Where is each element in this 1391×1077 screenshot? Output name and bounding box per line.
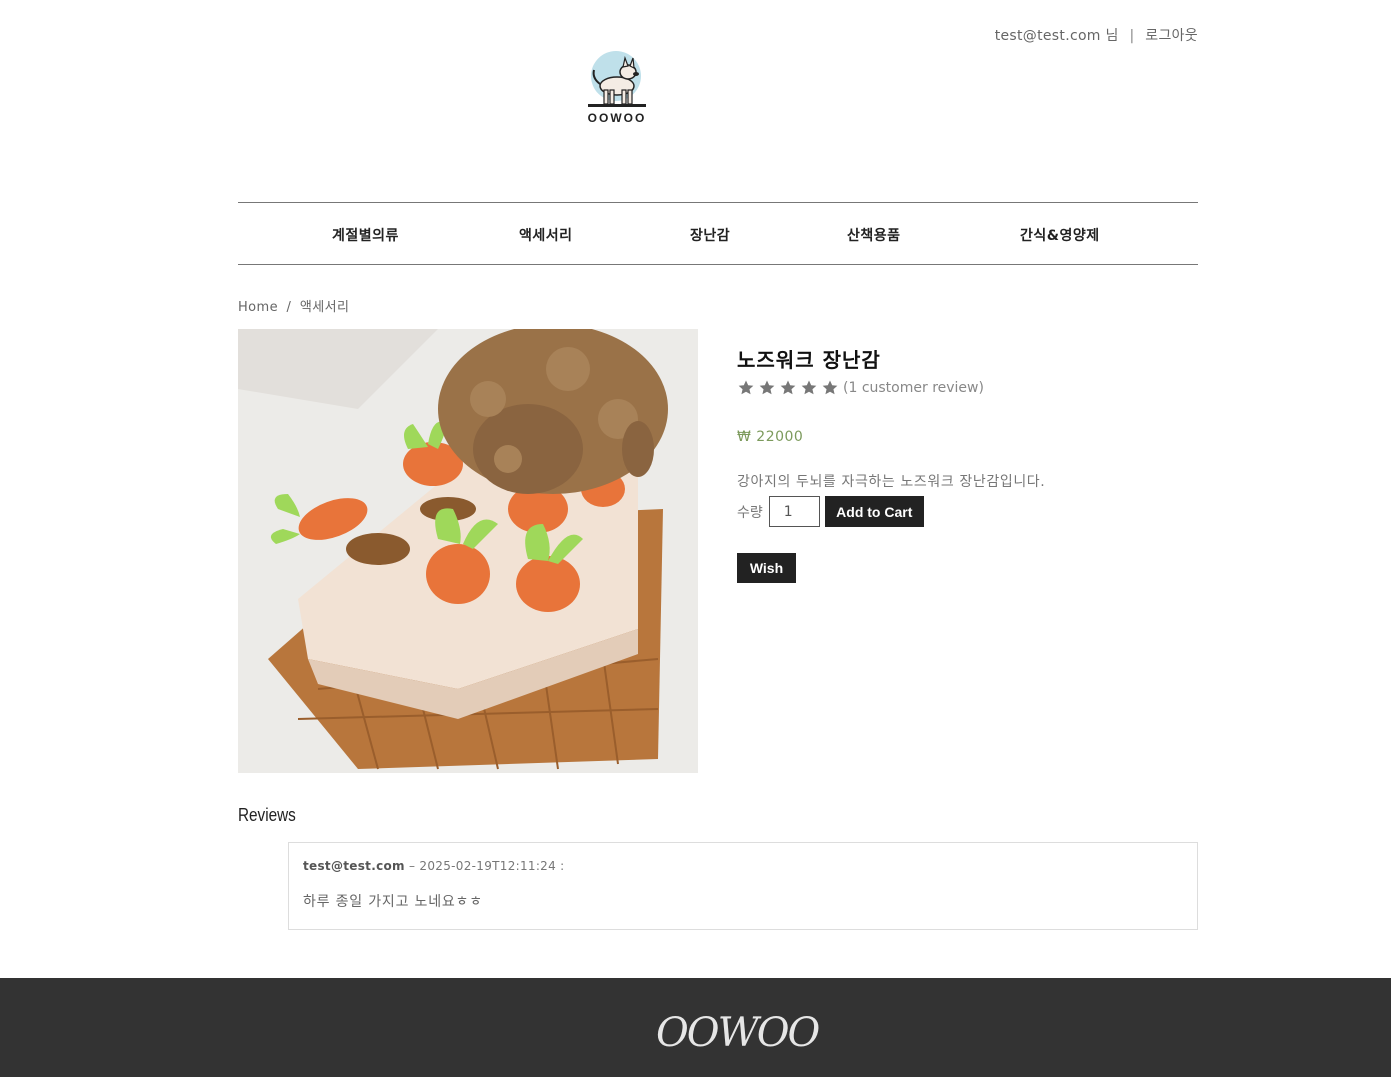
star-icon: [759, 380, 775, 395]
nav-item-seasonal-clothing[interactable]: 계절별의류: [332, 225, 399, 245]
rating-stars: [737, 379, 839, 397]
nav-item-walking-supplies[interactable]: 산책용품: [847, 225, 901, 245]
star-icon: [801, 380, 817, 395]
user-bar-separator: |: [1129, 28, 1135, 44]
quantity-input[interactable]: [768, 496, 820, 527]
quantity-label: 수량: [737, 504, 763, 521]
breadcrumb-home[interactable]: Home: [238, 300, 278, 315]
dog-logo-icon: OOWOO: [588, 51, 647, 125]
user-email: test@test.com: [994, 28, 1101, 44]
user-bar: test@test.com 님 | 로그아웃: [995, 25, 1198, 45]
quantity-row: 수량 Add to Cart: [737, 496, 1197, 527]
review-dash: –: [408, 859, 416, 873]
footer-logo: OOWOO: [656, 1010, 820, 1056]
review-meta: test@test.com – 2025-02-19T12:11:24 :: [303, 859, 1183, 873]
review-date: 2025-02-19T12:11:24 :: [419, 859, 565, 873]
star-icon: [738, 380, 754, 395]
reviews-heading: Reviews: [238, 805, 296, 825]
product-price: ₩ 22000: [737, 429, 804, 445]
review-count-link[interactable]: (1 customer review): [843, 380, 984, 396]
nav-item-toys[interactable]: 장난감: [690, 225, 730, 245]
svg-text:OOWOO: OOWOO: [588, 111, 647, 125]
footer: OOWOO: [0, 978, 1391, 1077]
user-suffix: 님: [1105, 28, 1119, 44]
logout-link[interactable]: 로그아웃: [1145, 25, 1198, 45]
product-rating: (1 customer review): [737, 379, 1197, 397]
wish-button[interactable]: Wish: [737, 553, 796, 583]
main-nav: 계절별의류 액세서리 장난감 산책용품 간식&영양제: [238, 202, 1198, 265]
product-title: 노즈워크 장난감: [737, 348, 881, 372]
product-description: 강아지의 두뇌를 자극하는 노즈워크 장난감입니다.: [737, 474, 1046, 490]
nav-item-accessories[interactable]: 액세서리: [519, 225, 573, 245]
breadcrumb-separator: /: [286, 300, 292, 315]
product-image: [238, 329, 698, 773]
review-text: 하루 종일 가지고 노네요ㅎㅎ: [303, 894, 483, 910]
star-icon: [822, 380, 838, 395]
breadcrumb-current[interactable]: 액세서리: [300, 296, 349, 315]
nav-item-snacks-nutrition[interactable]: 간식&영양제: [1020, 225, 1100, 245]
review-item: test@test.com – 2025-02-19T12:11:24 : 하루…: [288, 842, 1198, 930]
site-logo[interactable]: OOWOO: [580, 50, 654, 126]
product-details: 노즈워크 장난감 (1 customer review) ₩ 22000 강아지…: [737, 344, 1197, 583]
breadcrumb: Home / 액세서리: [238, 296, 349, 315]
add-to-cart-button[interactable]: Add to Cart: [824, 496, 924, 527]
review-author: test@test.com: [303, 859, 405, 873]
star-icon: [780, 380, 796, 395]
